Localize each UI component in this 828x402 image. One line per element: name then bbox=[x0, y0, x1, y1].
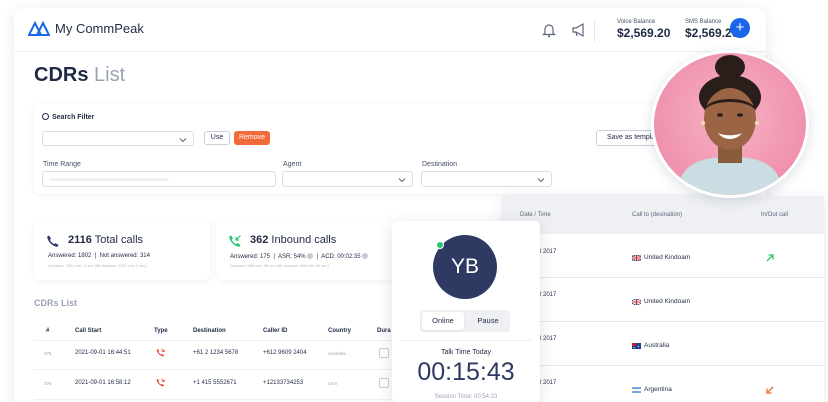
time-range-label: Time Range bbox=[43, 161, 81, 168]
uk-flag-icon bbox=[632, 299, 641, 305]
argentina-flag-icon bbox=[632, 387, 641, 393]
row-call-start: 2021-09-01 16:44:51 bbox=[75, 350, 131, 356]
inbound-calls-duration: Duration: 668 min, 36 sec (58 duration: … bbox=[230, 263, 329, 268]
talk-time-label: Talk Time Today bbox=[440, 349, 492, 356]
row-checkbox[interactable] bbox=[379, 378, 389, 388]
total-calls-title: 2116 Total calls bbox=[68, 234, 144, 246]
uk-flag-icon bbox=[632, 255, 641, 261]
info-icon bbox=[307, 253, 314, 259]
incoming-call-icon bbox=[229, 235, 241, 247]
total-calls-answered: Answered: 1802 | Not answered: 314 bbox=[48, 253, 150, 259]
column-header-call-start[interactable]: Call Start bbox=[75, 328, 101, 334]
agent-photo bbox=[651, 50, 809, 198]
outgoing-arrow-icon bbox=[766, 254, 774, 262]
phone-icon bbox=[47, 235, 59, 247]
pause-toggle-option[interactable]: Pause bbox=[468, 312, 508, 330]
session-time: Session Time: 00:54:23 bbox=[434, 394, 498, 400]
column-header-in-out[interactable]: In/Out call bbox=[761, 212, 788, 218]
row-date: l 2017 bbox=[540, 336, 557, 342]
call-history-header: Date / Time Call to (desination) In/Out … bbox=[502, 196, 824, 234]
total-calls-card: 2116 Total calls Answered: 1802 | Not an… bbox=[34, 220, 210, 280]
table-divider bbox=[34, 369, 414, 370]
chevron-down-icon bbox=[537, 178, 545, 183]
status-toggle: Online Pause bbox=[420, 310, 510, 332]
row-country: United Kindoam bbox=[644, 298, 691, 305]
outgoing-call-icon bbox=[156, 348, 165, 357]
megaphone-icon[interactable] bbox=[571, 22, 587, 38]
row-destination: +61 2 1234 5678 bbox=[193, 350, 239, 356]
bell-icon[interactable] bbox=[542, 22, 556, 38]
inbound-calls-title: 362 Inbound calls bbox=[250, 234, 337, 246]
outgoing-call-icon bbox=[156, 378, 165, 387]
table-divider bbox=[502, 277, 824, 278]
page-title-bold: CDRs bbox=[34, 64, 89, 86]
remove-button[interactable]: Remove bbox=[234, 131, 270, 145]
widget-divider bbox=[400, 340, 532, 341]
cdrs-list-title: CDRs List bbox=[34, 298, 78, 308]
call-history-panel: Date / Time Call to (desination) In/Out … bbox=[502, 196, 824, 402]
brand-name: My CommPeak bbox=[55, 21, 144, 36]
top-bar: My CommPeak Voice Balance $2,569.20 SMS … bbox=[14, 8, 766, 52]
table-divider bbox=[502, 321, 824, 322]
column-header-destination[interactable]: Destination bbox=[193, 328, 226, 334]
row-number: 375 bbox=[44, 351, 52, 356]
agent-select[interactable] bbox=[282, 171, 413, 187]
total-calls-duration: Duration: 3501 min, 2 sec (58 duration: … bbox=[48, 263, 147, 268]
row-caller-id: +612 9609 2404 bbox=[263, 350, 307, 356]
row-country: Australia bbox=[328, 351, 346, 356]
column-header-duration[interactable]: Dura bbox=[377, 328, 391, 334]
row-date: l 2017 bbox=[540, 380, 557, 386]
time-range-input[interactable] bbox=[42, 171, 276, 187]
page-title-light: List bbox=[94, 64, 126, 86]
filter-panel: Search Filter Use Remove Save as templat… bbox=[34, 104, 754, 194]
row-checkbox[interactable] bbox=[379, 348, 389, 358]
row-country: USA bbox=[328, 381, 338, 386]
australia-flag-icon bbox=[632, 343, 641, 349]
row-country: United Kindoam bbox=[644, 254, 691, 261]
destination-select[interactable] bbox=[421, 171, 552, 187]
destination-label: Destination bbox=[422, 161, 458, 168]
search-icon bbox=[42, 113, 49, 120]
row-country: Australia bbox=[644, 342, 670, 349]
inbound-calls-card: 362 Inbound calls Answered: 175 | ASR: 5… bbox=[216, 220, 396, 280]
table-divider bbox=[502, 365, 824, 366]
talk-time-value: 00:15:43 bbox=[417, 358, 515, 386]
commpeak-logo-icon[interactable] bbox=[28, 20, 50, 36]
row-date: l 2017 bbox=[540, 249, 557, 255]
table-divider bbox=[34, 340, 414, 341]
row-country: Argentina bbox=[644, 386, 672, 393]
row-number: 376 bbox=[44, 381, 52, 386]
voice-balance: Voice Balance $2,569.20 bbox=[617, 19, 670, 40]
column-header-date-time[interactable]: Date / Time bbox=[520, 212, 551, 218]
info-icon bbox=[362, 253, 369, 259]
column-header-type[interactable]: Type bbox=[154, 328, 168, 334]
voice-balance-value: $2,569.20 bbox=[617, 26, 671, 40]
add-balance-button[interactable]: + bbox=[730, 18, 750, 38]
chevron-down-icon bbox=[398, 178, 406, 183]
online-toggle-option[interactable]: Online bbox=[422, 312, 464, 330]
column-header-caller-id[interactable]: Caller ID bbox=[263, 328, 287, 334]
row-destination: +1 415 5552671 bbox=[193, 380, 237, 386]
incoming-arrow-icon bbox=[766, 386, 774, 394]
online-status-dot bbox=[436, 241, 444, 249]
inbound-calls-stats: Answered: 175 | ASR: 54% | ACD: 00:02:35 bbox=[230, 253, 369, 260]
table-divider bbox=[34, 399, 414, 400]
saved-filter-select[interactable] bbox=[42, 131, 194, 146]
chevron-down-icon bbox=[179, 138, 187, 143]
row-caller-id: +12133734253 bbox=[263, 380, 304, 386]
agent-call-widget: YB Online Pause Talk Time Today 00:15:43… bbox=[392, 221, 540, 402]
agent-label: Agent bbox=[283, 161, 302, 168]
header-divider bbox=[594, 20, 595, 42]
voice-balance-label: Voice Balance bbox=[617, 19, 656, 25]
agent-portrait-illustration bbox=[676, 55, 784, 195]
search-filter-label: Search Filter bbox=[42, 113, 94, 121]
use-button[interactable]: Use bbox=[204, 131, 230, 145]
row-date: l 2017 bbox=[540, 292, 557, 298]
row-call-start: 2021-09-01 16:58:12 bbox=[75, 380, 131, 386]
column-header-number[interactable]: # bbox=[46, 328, 49, 334]
column-header-call-to[interactable]: Call to (desination) bbox=[632, 212, 682, 218]
page-title: CDRs List bbox=[34, 64, 125, 87]
column-header-country[interactable]: Country bbox=[328, 328, 351, 334]
